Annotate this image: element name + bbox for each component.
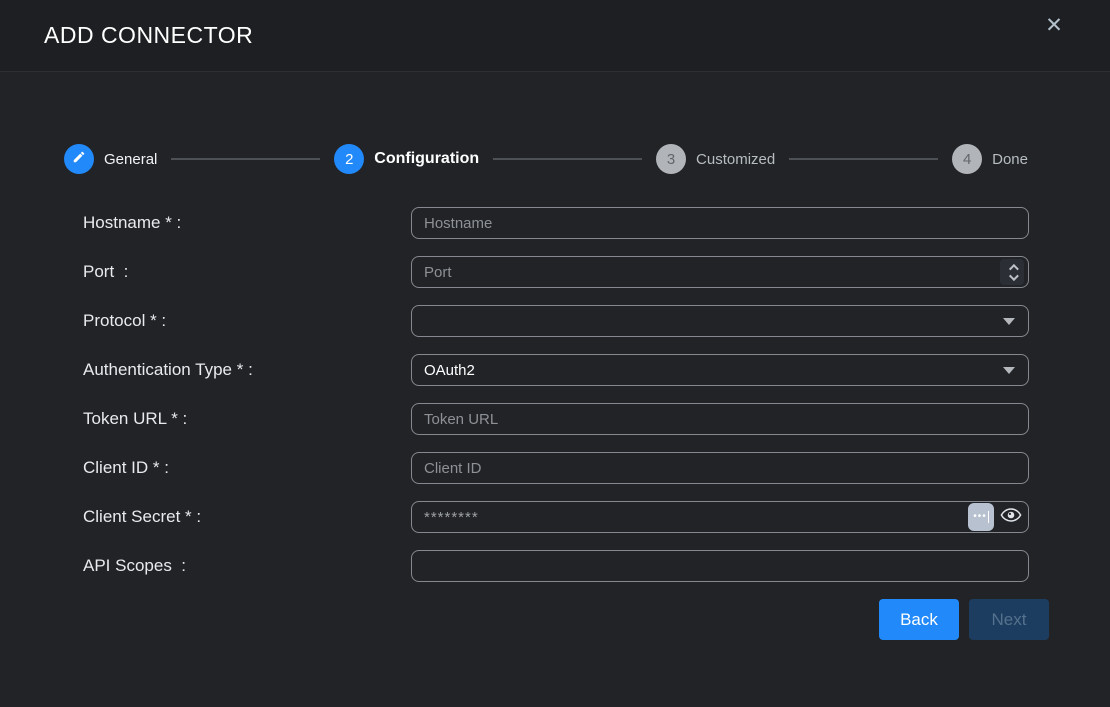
protocol-select[interactable] (411, 305, 1029, 337)
port-label: Port : (83, 262, 411, 282)
protocol-label: Protocol * : (83, 311, 411, 331)
auth-type-label: Authentication Type * : (83, 360, 411, 380)
port-input[interactable] (411, 256, 1029, 288)
api-scopes-input[interactable] (411, 550, 1029, 582)
form-row-client-secret: Client Secret * : ••• (83, 501, 1110, 533)
step-general-label: General (104, 151, 157, 168)
auth-type-select[interactable]: OAuth2 (411, 354, 1029, 386)
step-general-circle (64, 144, 94, 174)
step-connector (789, 158, 938, 160)
step-configuration[interactable]: 2 Configuration (334, 144, 479, 174)
step-customized-circle: 3 (656, 144, 686, 174)
client-id-input[interactable] (411, 452, 1029, 484)
dialog-actions: Back Next (0, 599, 1110, 640)
step-connector (171, 158, 320, 160)
form-row-protocol: Protocol * : (83, 305, 1110, 337)
api-scopes-label: API Scopes : (83, 556, 411, 576)
step-general[interactable]: General (64, 144, 157, 174)
port-stepper[interactable] (1000, 259, 1024, 285)
hostname-input[interactable] (411, 207, 1029, 239)
next-button[interactable]: Next (969, 599, 1049, 640)
auth-type-select-value: OAuth2 (424, 362, 475, 379)
back-button[interactable]: Back (879, 599, 959, 640)
close-icon[interactable]: ✕ (1040, 12, 1068, 40)
step-done-label: Done (992, 151, 1028, 168)
token-url-input[interactable] (411, 403, 1029, 435)
dialog-header: ADD CONNECTOR ✕ (0, 0, 1110, 72)
step-configuration-circle: 2 (334, 144, 364, 174)
step-customized[interactable]: 3 Customized (656, 144, 775, 174)
step-connector (493, 158, 642, 160)
eye-icon[interactable] (1000, 504, 1022, 531)
form-row-client-id: Client ID * : (83, 452, 1110, 484)
password-cursor-tool-icon[interactable]: ••• (968, 503, 994, 531)
token-url-label: Token URL * : (83, 409, 411, 429)
step-customized-label: Customized (696, 151, 775, 168)
chevron-down-icon[interactable] (1008, 271, 1018, 281)
form-row-api-scopes: API Scopes : (83, 550, 1110, 582)
form-row-port: Port : (83, 256, 1110, 288)
client-secret-label: Client Secret * : (83, 507, 411, 527)
pencil-icon (72, 150, 86, 168)
dialog-title: ADD CONNECTOR (44, 22, 253, 49)
chevron-down-icon (1003, 318, 1015, 325)
hostname-label: Hostname * : (83, 213, 411, 233)
configuration-form: Hostname * : Port : Protocol * : Authent… (0, 207, 1110, 582)
step-done-circle: 4 (952, 144, 982, 174)
form-row-hostname: Hostname * : (83, 207, 1110, 239)
client-id-label: Client ID * : (83, 458, 411, 478)
form-row-token-url: Token URL * : (83, 403, 1110, 435)
step-done[interactable]: 4 Done (952, 144, 1028, 174)
step-configuration-label: Configuration (374, 150, 479, 168)
chevron-down-icon (1003, 367, 1015, 374)
client-secret-input[interactable] (411, 501, 1029, 533)
wizard-stepper: General 2 Configuration 3 Customized 4 D… (0, 144, 1110, 174)
form-row-auth-type: Authentication Type * : OAuth2 (83, 354, 1110, 386)
